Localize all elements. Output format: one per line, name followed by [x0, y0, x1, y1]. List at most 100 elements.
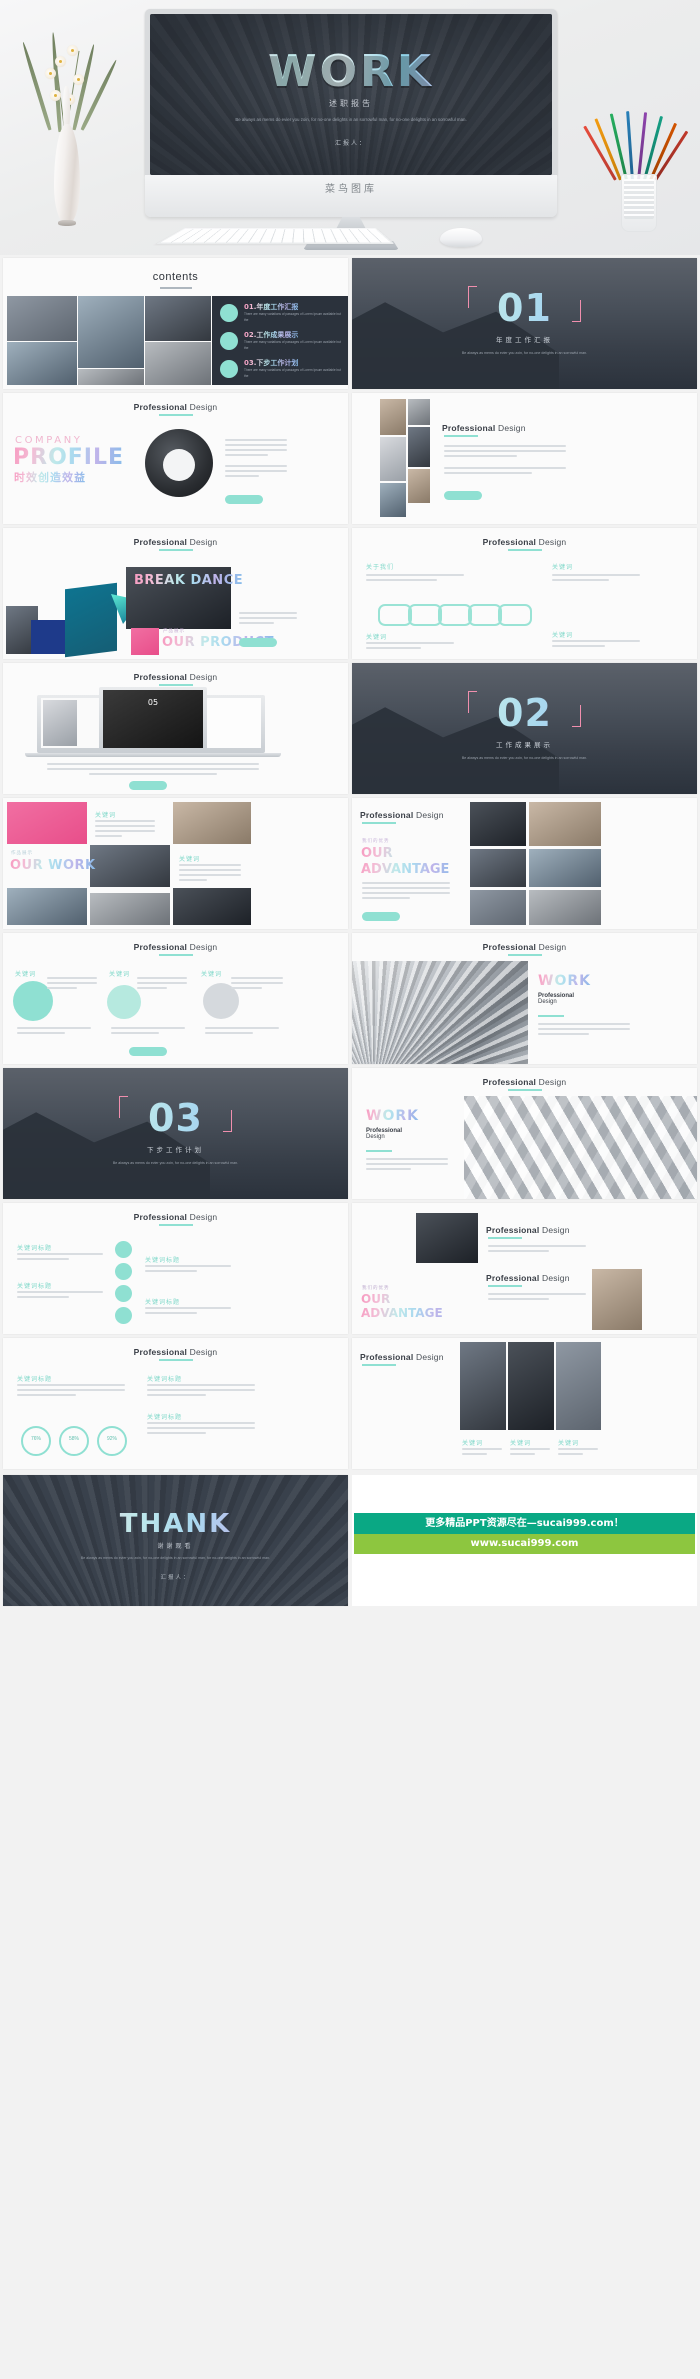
- texture-bigword: WORK: [538, 973, 591, 989]
- thanks-title: THANK: [3, 1509, 348, 1539]
- split-bigword: OUR ADVANTAGE: [361, 1292, 461, 1321]
- advantage-body: [362, 882, 450, 902]
- slide-title: contents: [152, 271, 199, 283]
- header-underline: [444, 435, 478, 437]
- timeline-row-3-body: [145, 1307, 231, 1317]
- timeline-row-1-title: 关键词标题: [17, 1284, 53, 1290]
- section-title-cn: 工作成果展示: [496, 742, 553, 749]
- thanks-subtitle: 谢谢观看: [157, 1544, 194, 1550]
- slide-our-product[interactable]: Professional Design BREAK DANCE 产品展示 OUR…: [3, 528, 348, 659]
- slide-header: Professional Design: [133, 672, 218, 682]
- section-subtitle-en: Be always as mems do evier you zoin, for…: [461, 351, 588, 355]
- hero-presenter: 汇报人：: [334, 141, 367, 147]
- ring-value-2: 92%: [106, 1436, 117, 1442]
- toc-item-0-title: 01.年度工作汇报: [244, 303, 299, 311]
- slide-timeline-list[interactable]: Professional Design 关键词标题 关键词标题 关键词标题 关键…: [3, 1203, 348, 1334]
- work-tile-0-title: 关键词: [95, 813, 117, 819]
- slide-our-advantage[interactable]: Professional Design 我们的优势 OUR ADVANTAGE: [352, 798, 697, 929]
- chain-label-0: 关键词: [552, 565, 574, 571]
- chain-body: [366, 574, 464, 584]
- pencil-cup-prop: [583, 111, 689, 240]
- slide-circle-stats[interactable]: Professional Design 关键词 关键词 关键词: [3, 933, 348, 1064]
- imac-mockup: WORK 述职报告 Be always as mems do evier you…: [145, 9, 557, 250]
- ring-value-1: 58%: [68, 1436, 79, 1442]
- slide-device-showcase[interactable]: Professional Design 05: [3, 663, 348, 794]
- more-button[interactable]: [225, 495, 263, 504]
- ppt-template-preview-page: WORK 述职报告 Be always as mems do evier you…: [0, 0, 700, 1609]
- texture-photo: [352, 961, 528, 1064]
- promo-line-1[interactable]: 更多精品PPT资源尽在—sucai999.com！: [354, 1513, 695, 1534]
- slide-section-01[interactable]: 01 年度工作汇报 Be always as mems do evier you…: [352, 258, 697, 389]
- slide-header: Professional Design: [442, 423, 526, 433]
- chain-cn-title: 关于我们: [366, 565, 395, 571]
- decorative-vase-with-flowers: [21, 28, 118, 236]
- toc-item-2-title: 03.下步工作计划: [244, 359, 299, 367]
- promo-banner-panel: 更多精品PPT资源尽在—sucai999.com！ www.sucai999.c…: [352, 1475, 697, 1606]
- more-button[interactable]: [362, 912, 400, 921]
- timeline-row-0-title: 关键词标题: [17, 1246, 53, 1252]
- thanks-presenter: 汇报人：: [160, 1575, 191, 1581]
- advantage-overline: 我们的优势: [362, 838, 390, 843]
- slide-portrait-grid[interactable]: Professional Design 关键词 关键词 关键词: [352, 1338, 697, 1469]
- work-bigword: OUR WORK: [10, 858, 96, 873]
- stats-block-2-title: 关键词标题: [147, 1415, 183, 1421]
- more-button[interactable]: [129, 1047, 167, 1056]
- slide-team-gallery[interactable]: Professional Design: [352, 393, 697, 524]
- more-button[interactable]: [129, 781, 167, 790]
- profile-body-text: [225, 439, 287, 459]
- monitor-chin: 菜鸟图库: [145, 175, 557, 217]
- col-0-body: [47, 977, 97, 992]
- stats-block-0-title: 关键词标题: [17, 1377, 53, 1383]
- header-underline: [507, 954, 542, 956]
- more-button[interactable]: [444, 491, 482, 500]
- header-underline: [158, 549, 193, 551]
- slide-thank-you[interactable]: THANK 谢谢观看 Be always as mems do evier yo…: [3, 1475, 348, 1606]
- slide-stats-circles[interactable]: Professional Design 关键词标题 关键词标题 关键词标题 76…: [3, 1338, 348, 1469]
- slide-chain-process[interactable]: Professional Design 关于我们 关键词 关键词 关键词: [352, 528, 697, 659]
- device-body: [47, 763, 259, 778]
- timeline-row-0-body: [17, 1253, 103, 1263]
- slide-section-03[interactable]: 03 下步工作计划 Be always as mems do evier you…: [3, 1068, 348, 1199]
- slide-header: Professional Design: [482, 942, 567, 952]
- texture-body: [538, 1023, 630, 1038]
- ring-value-0: 76%: [30, 1436, 41, 1442]
- split-body-top: [488, 1245, 586, 1255]
- timeline-row-3-title: 关键词标题: [145, 1300, 181, 1306]
- promo-line-2[interactable]: www.sucai999.com: [354, 1534, 695, 1554]
- header-underline: [158, 954, 193, 956]
- mouse-prop: [440, 228, 482, 247]
- header-underline-top: [488, 1237, 522, 1239]
- slide-advantage-split[interactable]: Professional Design Professional Design …: [352, 1203, 697, 1334]
- slide-work-texture[interactable]: Professional Design WORK Professional Des…: [352, 933, 697, 1064]
- split-body-bottom: [488, 1293, 586, 1303]
- slide-header: Professional Design: [482, 1077, 567, 1087]
- slide-header: Professional Design: [360, 810, 444, 820]
- caption-1-body: [510, 1448, 550, 1458]
- header-underline: [362, 1364, 396, 1366]
- slide-header: Professional Design: [133, 942, 218, 952]
- slide-header: Professional Design: [482, 537, 567, 547]
- title-underline: [159, 287, 192, 289]
- timeline-row-2-title: 关键词标题: [145, 1258, 181, 1264]
- more-button[interactable]: [239, 638, 277, 647]
- split-overline: 我们的优势: [362, 1285, 390, 1290]
- cubes-photo: [464, 1096, 697, 1199]
- slide-contents[interactable]: contents 01.年度工作汇报 There are many variat…: [3, 258, 348, 389]
- monitor-screen: WORK 述职报告 Be always as mems do evier you…: [150, 14, 552, 175]
- cubes-body: [366, 1158, 448, 1173]
- profile-bigword: PROFILE: [13, 445, 125, 470]
- work-overline: 作品展示: [11, 850, 33, 855]
- section-subtitle-en: Be always as mems do evier you zoin, for…: [461, 756, 588, 760]
- header-underline-bottom: [488, 1285, 522, 1287]
- slide-header: Professional Design: [133, 537, 218, 547]
- toc-item-1-desc: There are many variations of passages of…: [244, 340, 341, 350]
- slide-work-cubes[interactable]: Professional Design WORK Professional Des…: [352, 1068, 697, 1199]
- col-2-body: [231, 977, 283, 992]
- stats-block-1-title: 关键词标题: [147, 1377, 183, 1383]
- col-0-title: 关键词: [15, 972, 37, 978]
- slide-our-work[interactable]: 关键词 作品展示 OUR WORK 关键词: [3, 798, 348, 929]
- toc-item-2-desc: There are many variations of passages of…: [244, 368, 341, 378]
- slide-company-profile[interactable]: Professional Design COMPANY PROFILE 时效创造…: [3, 393, 348, 524]
- col-1-title: 关键词: [109, 972, 131, 978]
- slide-section-02[interactable]: 02 工作成果展示 Be always as mems do evier you…: [352, 663, 697, 794]
